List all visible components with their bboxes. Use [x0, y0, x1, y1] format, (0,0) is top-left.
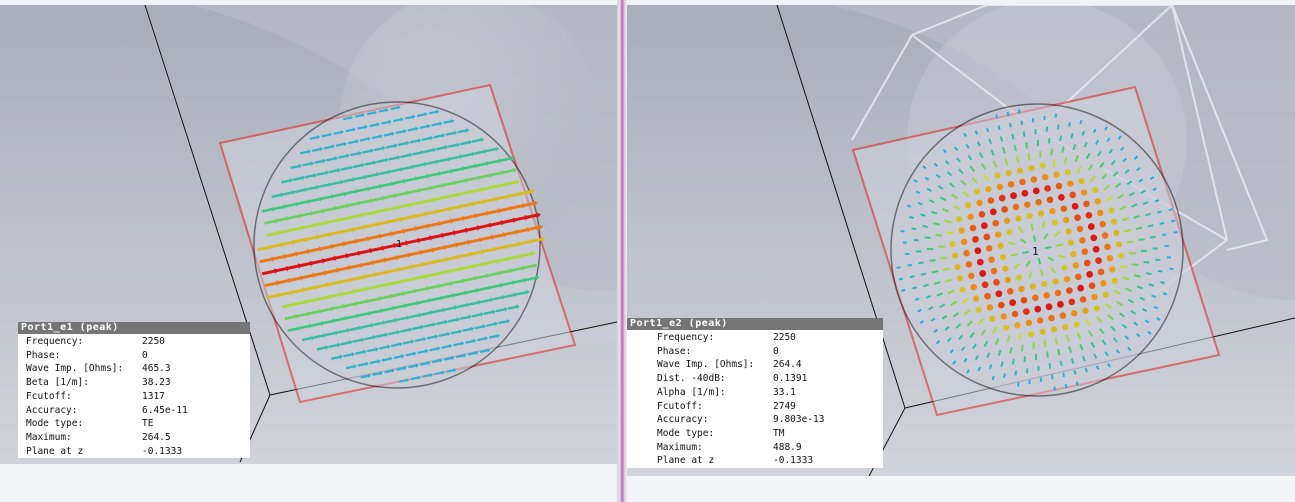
info-key: Maximum: [657, 441, 703, 453]
info-row: Wave Imp. [Ohms]: 465.3 [26, 362, 250, 376]
info-row: Frequency: 2250 [26, 335, 250, 349]
info-row: Maximum: 488.9 [657, 441, 883, 455]
info-key: Dist. -40dB: [657, 373, 726, 385]
info-value: 9.803e-13 [773, 414, 825, 426]
info-key: Phase: [657, 345, 692, 357]
info-key: Fcutoff: [26, 390, 72, 402]
info-row: Wave Imp. [Ohms]: 264.4 [657, 358, 883, 372]
info-key: Frequency: [26, 336, 84, 347]
info-row: Dist. -40dB: 0.1391 [657, 372, 883, 386]
info-key: Mode type: [26, 418, 84, 430]
info-value: TE [142, 418, 154, 430]
info-panel-left: Port1_e1 (peak) Frequency: 2250 Phase: 0 Wav… [18, 322, 250, 459]
info-row: Beta [1/m]: 38.23 [26, 376, 250, 390]
info-key: Accuracy: [657, 414, 709, 426]
info-row: Fcutoff: 2749 [657, 400, 883, 414]
info-key: Maximum: [26, 431, 72, 443]
info-value: 38.23 [142, 377, 171, 389]
info-row: Phase: 0 [657, 345, 883, 359]
info-rows: Frequency: 2250 Phase: 0 Wave Imp. [Ohms]: 46… [18, 334, 250, 459]
info-key: Wave Imp. [Ohms]: [26, 363, 124, 375]
info-value: 0.1391 [773, 373, 808, 385]
info-value: TM [773, 427, 785, 439]
info-key: Plane at z [26, 445, 84, 457]
info-value: 2250 [142, 336, 165, 347]
port-label: 1 [1032, 245, 1039, 258]
info-key: Alpha [1/m]: [657, 386, 726, 398]
info-value: 1317 [142, 390, 165, 402]
info-key: Frequency: [657, 332, 715, 343]
info-value: 488.9 [773, 441, 802, 453]
info-row: Accuracy: 9.803e-13 [657, 413, 883, 427]
info-row: Mode type: TM [657, 427, 883, 441]
info-panel-title: Port1_e2 (peak) [627, 318, 883, 330]
info-key: Plane at z [657, 455, 715, 467]
bottom-strip-left [0, 464, 617, 502]
info-value: 2749 [773, 400, 796, 412]
info-key: Wave Imp. [Ohms]: [657, 359, 755, 371]
info-value: -0.1333 [773, 455, 814, 467]
info-row: Alpha [1/m]: 33.1 [657, 386, 883, 400]
viewport-splitter[interactable] [617, 0, 627, 502]
info-value: -0.1333 [142, 445, 183, 457]
info-value: 33.1 [773, 386, 796, 398]
dual-viewport-window: 1 Port1_e1 (peak) Frequency: 2250 Phase: 0 W… [0, 0, 1295, 502]
info-row: Phase: 0 [26, 349, 250, 363]
info-row: Frequency: 2250 [657, 331, 883, 345]
info-value: 264.4 [773, 359, 802, 371]
info-row: Mode type: TE [26, 417, 250, 431]
info-panel-right: Port1_e2 (peak) Frequency: 2250 Phase: 0 Wav… [627, 318, 883, 469]
top-strip-left [0, 0, 617, 5]
viewport-left[interactable]: 1 Port1_e1 (peak) Frequency: 2250 Phase: 0 W… [0, 0, 617, 502]
info-row: Plane at z -0.1333 [657, 454, 883, 468]
info-key: Mode type: [657, 427, 715, 439]
viewport-right[interactable]: 1 Port1_e2 (peak) Frequency: 2250 Phase: 0 W… [627, 0, 1295, 502]
info-key: Fcutoff: [657, 400, 703, 412]
info-value: 2250 [773, 332, 796, 343]
bottom-strip-right [627, 476, 1295, 502]
info-row: Maximum: 264.5 [26, 431, 250, 445]
info-row: Accuracy: 6.45e-11 [26, 404, 250, 418]
info-row: Fcutoff: 1317 [26, 390, 250, 404]
info-rows: Frequency: 2250 Phase: 0 Wave Imp. [Ohms]: 26… [627, 330, 883, 469]
info-key: Phase: [26, 349, 61, 361]
info-panel-title: Port1_e1 (peak) [18, 322, 250, 334]
info-value: 465.3 [142, 363, 171, 375]
info-value: 0 [773, 345, 779, 357]
info-value: 6.45e-11 [142, 404, 188, 416]
info-key: Beta [1/m]: [26, 377, 89, 389]
port-label: 1 [396, 239, 402, 250]
info-value: 0 [142, 349, 148, 361]
info-value: 264.5 [142, 431, 171, 443]
info-row: Plane at z -0.1333 [26, 445, 250, 459]
info-key: Accuracy: [26, 404, 78, 416]
top-strip-right [627, 0, 1295, 5]
